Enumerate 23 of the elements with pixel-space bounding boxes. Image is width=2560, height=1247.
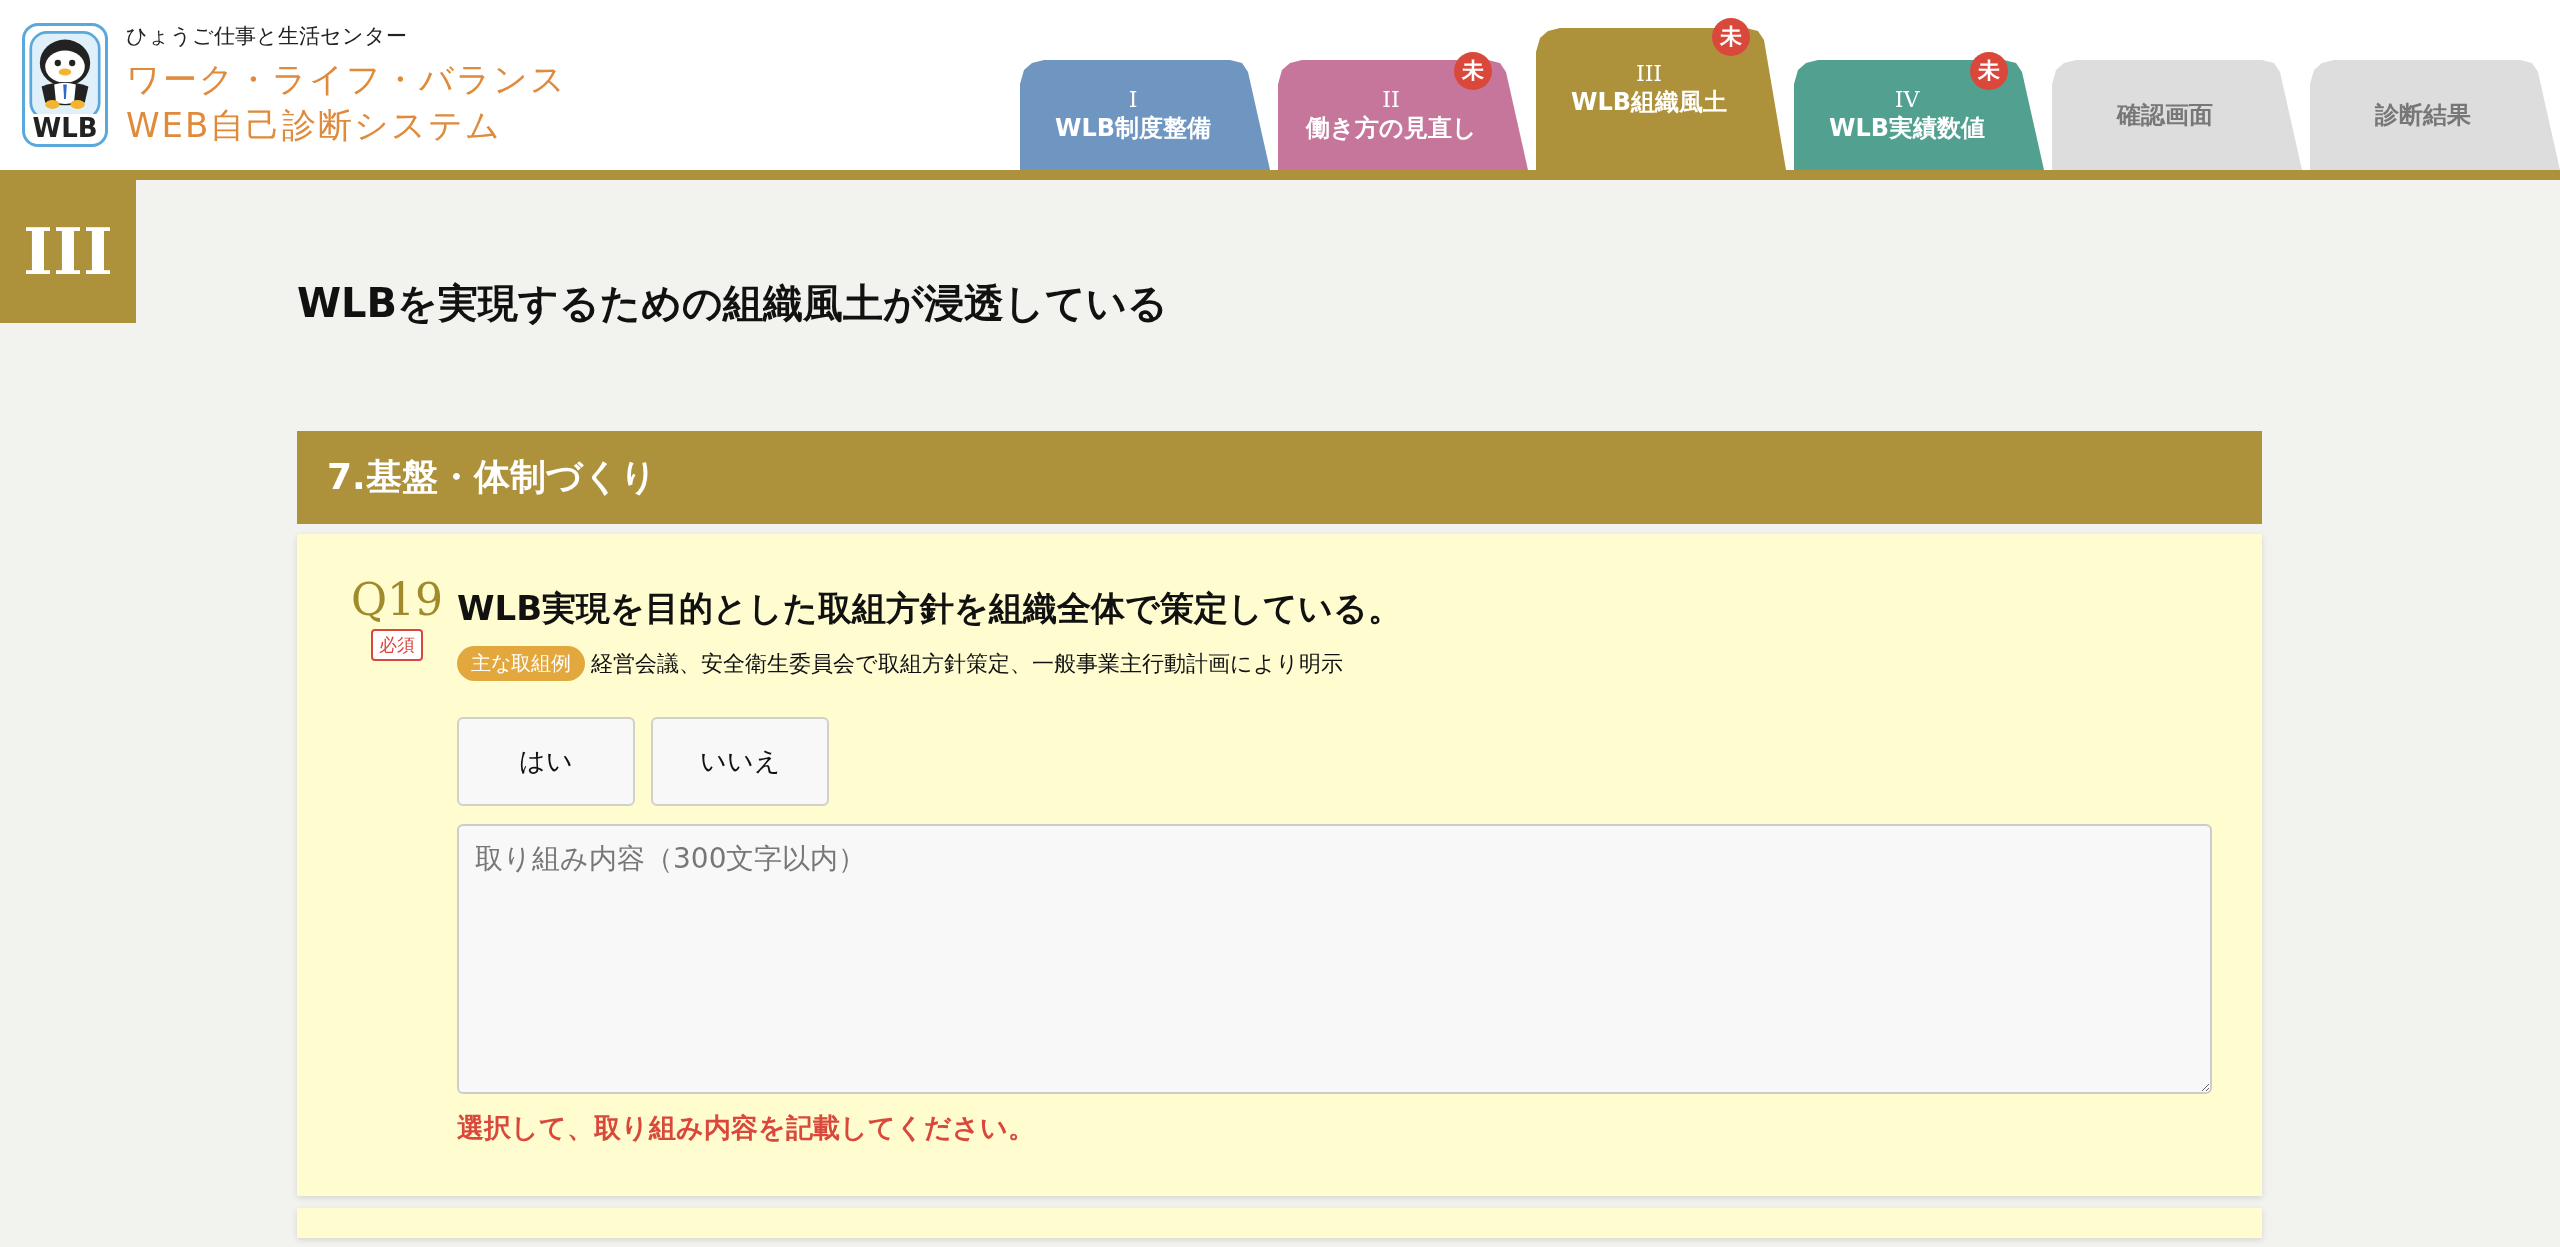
section-heading: WLBを実現するための組織風土が浸透している xyxy=(297,279,1169,328)
example-text: 経営会議、安全衛生委員会で取組方針策定、一般事業主行動計画により明示 xyxy=(591,649,1343,678)
unanswered-badge: 未 xyxy=(1970,52,2008,90)
unanswered-badge: 未 xyxy=(1454,52,1492,90)
penguin-icon xyxy=(29,30,101,114)
organization-name: ひょうご仕事と生活センター xyxy=(126,23,408,50)
site-title: ワーク・ライフ・バランス xyxy=(126,58,567,101)
question-number: Q19 xyxy=(350,574,444,625)
site-title: WEB自己診断システム xyxy=(126,104,504,147)
unanswered-badge: 未 xyxy=(1712,18,1750,56)
section-number-badge: III xyxy=(0,180,136,323)
nav-tab[interactable]: 確認画面 xyxy=(2052,60,2302,170)
required-badge: 必須 xyxy=(371,629,423,661)
question-text: WLB実現を目的とした取組方針を組織全体で策定している。 xyxy=(457,587,1404,630)
nav-tab[interactable]: 診断結果 xyxy=(2310,60,2560,170)
answer-textarea[interactable]: 取り組み内容（300文字以内） xyxy=(457,824,2212,1094)
answer-button[interactable]: いいえ xyxy=(651,717,829,806)
logo-text: WLB xyxy=(32,114,98,142)
error-message: 選択して、取り組み内容を記載してください。 xyxy=(457,1111,1036,1145)
example-label-badge: 主な取組例 xyxy=(457,646,585,681)
answer-button[interactable]: はい xyxy=(457,717,635,806)
nav-tab[interactable]: I WLB制度整備 xyxy=(1020,60,1270,170)
category-header: 7.基盤・体制づくり xyxy=(297,431,2262,524)
